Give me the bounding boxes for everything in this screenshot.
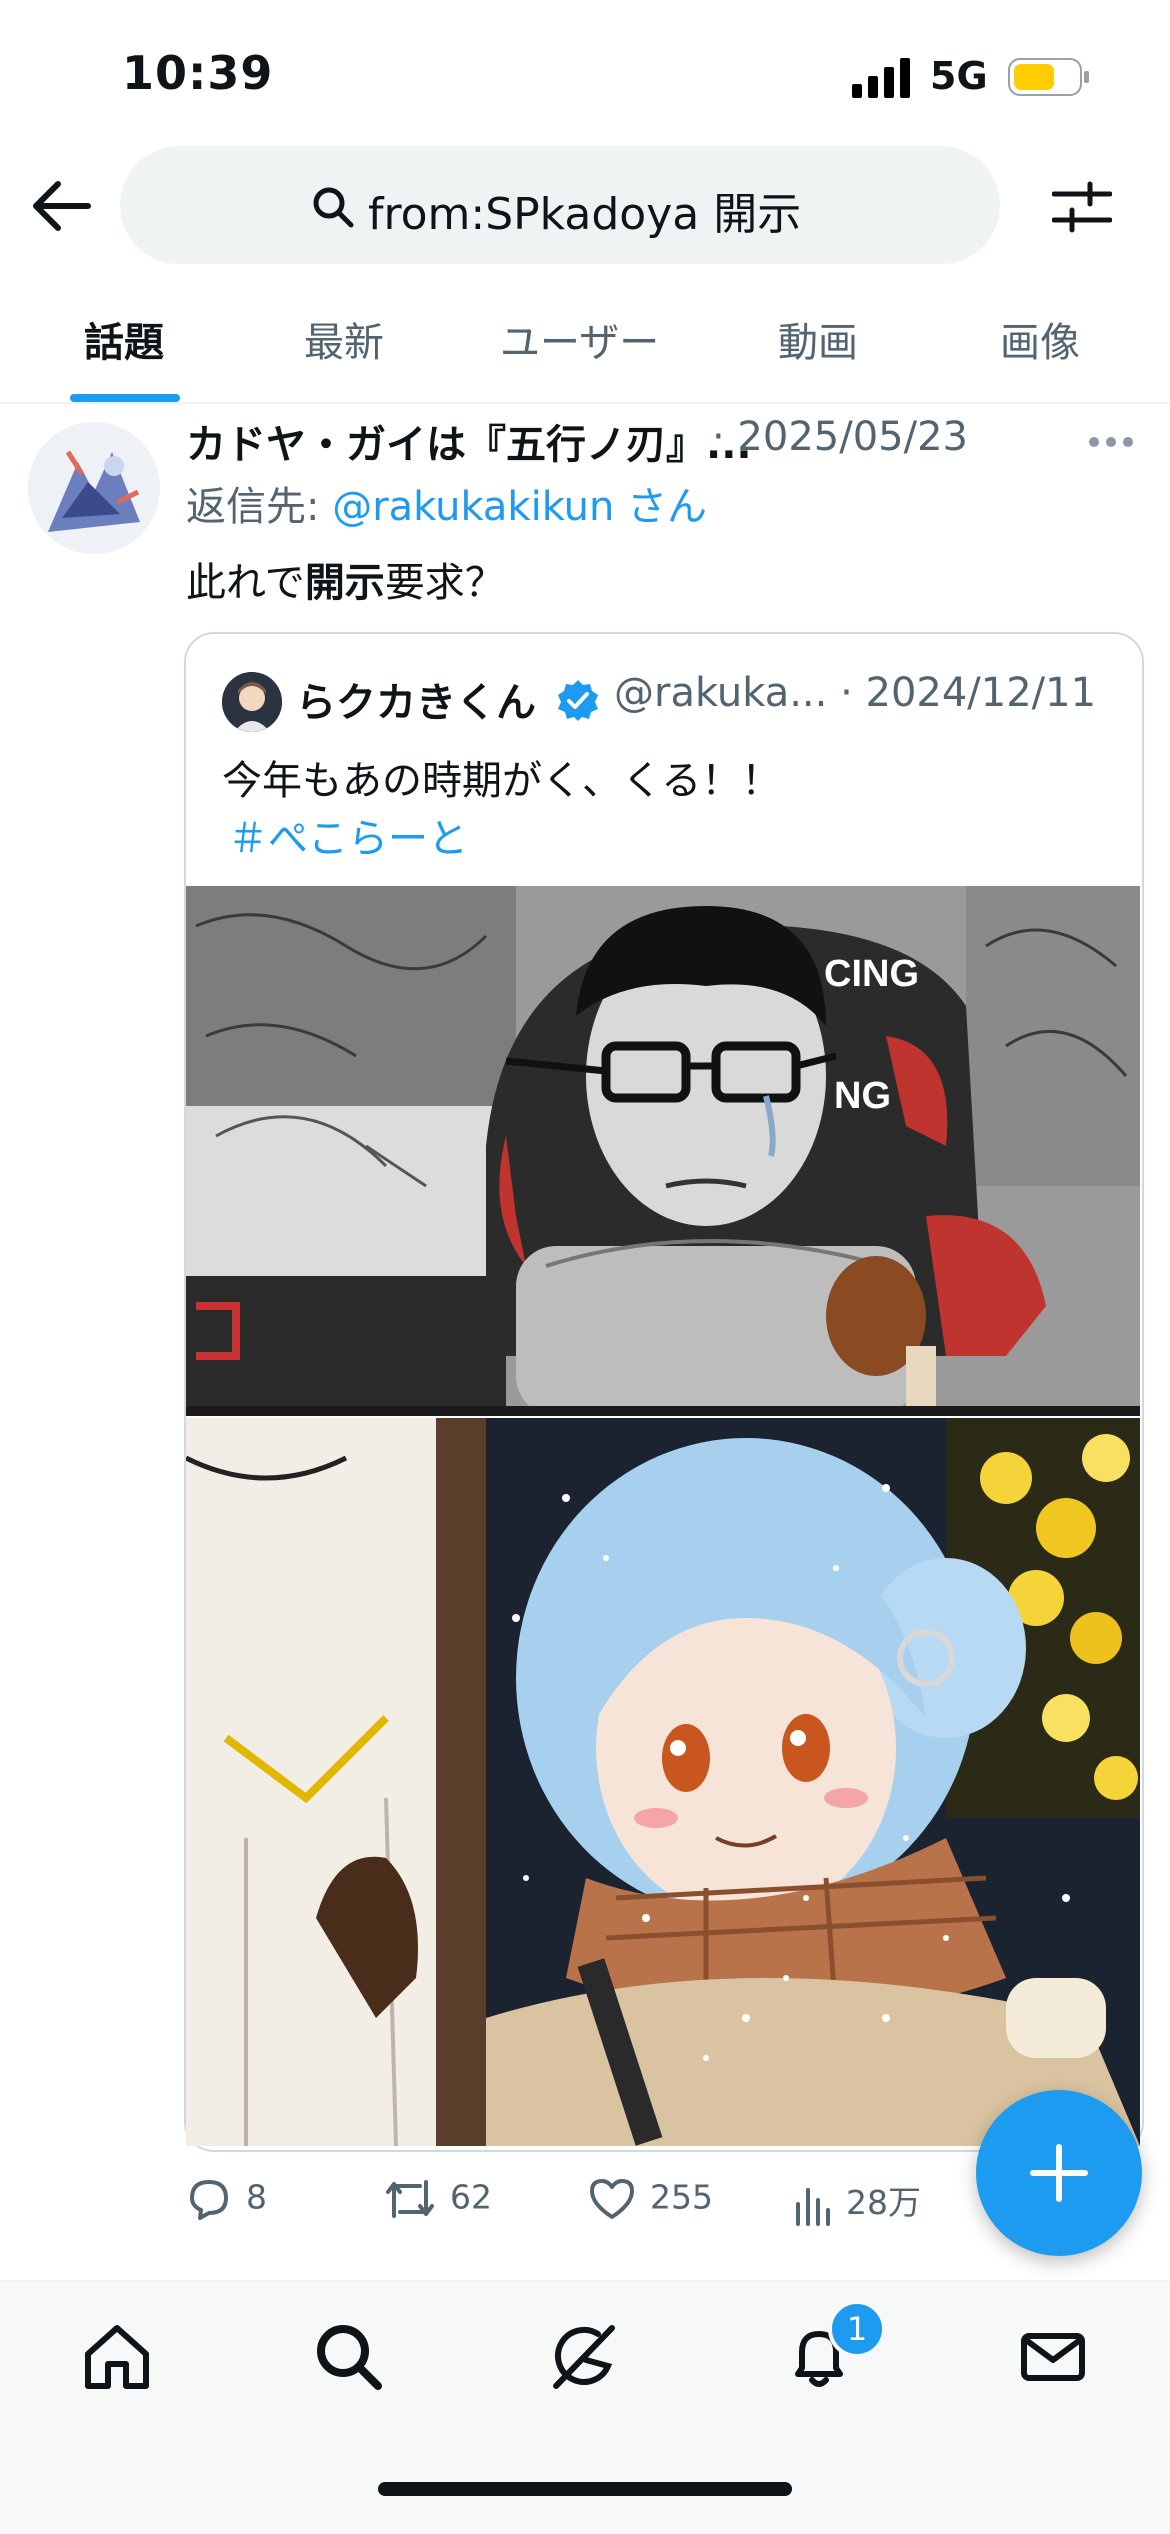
- quoted-handle-date: @rakuka... · 2024/12/11: [614, 670, 1097, 716]
- network-label: 5G: [930, 54, 988, 98]
- like-icon: [590, 2179, 634, 2219]
- quoted-author-name[interactable]: らクカきくん: [296, 670, 536, 728]
- notification-badge: 1: [828, 2300, 886, 2358]
- back-arrow-icon[interactable]: [30, 178, 92, 234]
- signal-icon: [852, 58, 910, 98]
- home-icon[interactable]: [80, 2320, 154, 2394]
- hashtag-link[interactable]: ＃ぺこらーと: [228, 806, 468, 864]
- tab-videos[interactable]: 動画: [778, 310, 858, 368]
- quoted-image-2[interactable]: [186, 1418, 1140, 2146]
- verified-icon: [558, 680, 598, 721]
- retweet-icon: [386, 2180, 434, 2218]
- tweet-text-post: 要求？: [384, 560, 505, 606]
- more-icon[interactable]: [1088, 436, 1134, 448]
- tweet-text: 此れで開示要求？: [186, 550, 505, 608]
- views-count: 28万: [846, 2183, 921, 2222]
- views-icon: [796, 2187, 830, 2226]
- explore-icon[interactable]: [312, 2320, 386, 2394]
- status-time: 10:39: [122, 46, 274, 100]
- filter-icon[interactable]: [1052, 180, 1112, 234]
- retweet-button[interactable]: 62: [384, 2176, 492, 2222]
- reply-prefix: 返信先:: [186, 484, 333, 530]
- reply-icon: [190, 2180, 228, 2220]
- views-button[interactable]: 28万: [792, 2176, 921, 2228]
- reply-button[interactable]: 8: [186, 2176, 267, 2222]
- retweet-count: 62: [450, 2177, 492, 2217]
- tab-top[interactable]: 話題: [84, 310, 164, 368]
- grok-icon[interactable]: [546, 2320, 620, 2394]
- mail-icon[interactable]: [1016, 2320, 1090, 2394]
- tab-users[interactable]: ユーザー: [500, 310, 659, 368]
- reply-context: 返信先: @rakukakikun さん: [186, 474, 707, 532]
- battery-icon: [1008, 58, 1089, 96]
- tweet-date: · 2025/05/23: [712, 414, 968, 460]
- search-icon: [313, 187, 354, 228]
- tweet-text-pre: 此れで: [186, 560, 305, 606]
- tab-latest[interactable]: 最新: [304, 310, 384, 368]
- active-tab-indicator: [70, 394, 180, 402]
- tab-divider: [0, 402, 1170, 404]
- reply-count: 8: [246, 2177, 267, 2217]
- quoted-tweet-text: 今年もあの時期がく、くる！！: [222, 758, 782, 804]
- tweet-text-highlight: 開示: [304, 560, 385, 606]
- reply-handle-link[interactable]: @rakukakikun さん: [332, 484, 707, 530]
- quoted-image-1[interactable]: CING NG: [186, 886, 1140, 1416]
- home-indicator: [378, 2482, 792, 2496]
- author-avatar[interactable]: [28, 422, 160, 554]
- like-count: 255: [650, 2177, 713, 2217]
- compose-plus-icon: [1030, 2144, 1088, 2202]
- author-name[interactable]: カドヤ・ガイは『五行ノ刃』...: [186, 412, 752, 470]
- compose-button[interactable]: [976, 2090, 1142, 2256]
- quoted-author-avatar[interactable]: [222, 672, 282, 732]
- like-button[interactable]: 255: [588, 2176, 713, 2222]
- chair-text-1: CING: [824, 953, 919, 995]
- search-query[interactable]: from:SPkadoya 開示: [368, 178, 801, 242]
- tab-images[interactable]: 画像: [1000, 310, 1080, 368]
- chair-text-2: NG: [834, 1075, 891, 1117]
